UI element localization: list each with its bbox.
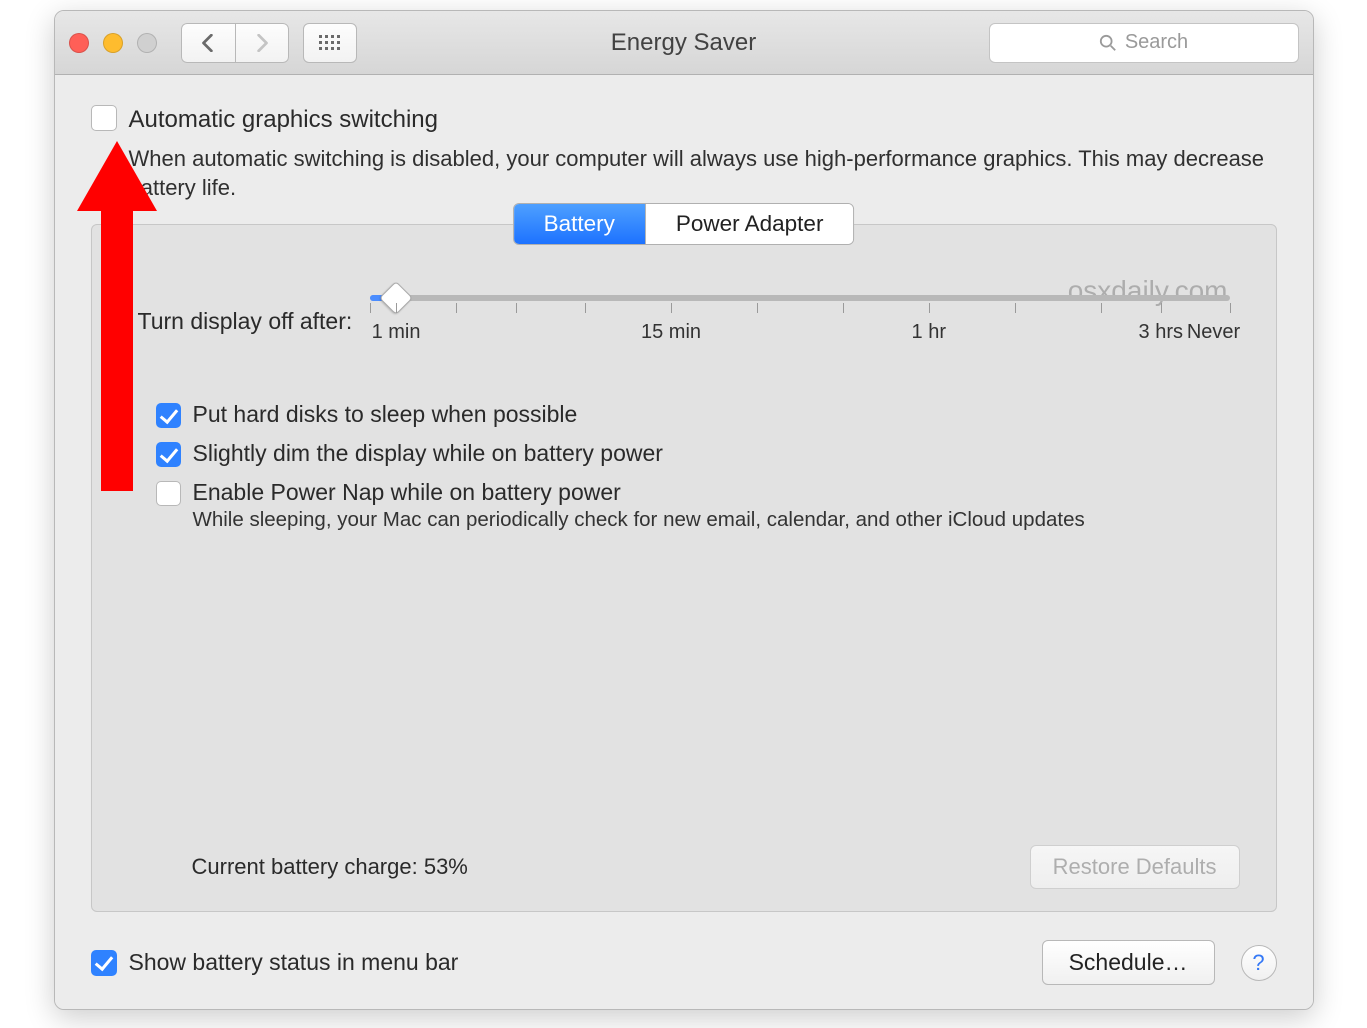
help-button[interactable]: ? — [1241, 945, 1277, 981]
show-status-label: Show battery status in menu bar — [129, 949, 459, 976]
grid-icon — [319, 35, 340, 50]
minimize-window-button[interactable] — [103, 33, 123, 53]
slider-ticks — [370, 303, 1229, 317]
search-icon — [1099, 34, 1117, 52]
schedule-button[interactable]: Schedule… — [1042, 940, 1215, 985]
display-sleep-label: Turn display off after: — [138, 308, 353, 335]
battery-charge-text: Current battery charge: 53% — [192, 854, 468, 880]
content-area: Automatic graphics switching When automa… — [55, 75, 1313, 1009]
tab-battery[interactable]: Battery — [514, 204, 646, 244]
window-title: Energy Saver — [611, 29, 756, 57]
tick-never: Never — [1187, 321, 1240, 344]
hard-disks-label: Put hard disks to sleep when possible — [193, 401, 578, 428]
tab-power-adapter[interactable]: Power Adapter — [646, 204, 854, 244]
dim-display-row: Slightly dim the display while on batter… — [156, 440, 1230, 467]
power-source-tabs: Battery Power Adapter — [513, 203, 855, 245]
forward-button[interactable] — [235, 23, 289, 63]
restore-defaults-button[interactable]: Restore Defaults — [1030, 845, 1240, 889]
display-sleep-slider[interactable]: 1 min 15 min 1 hr 3 hrs Never — [370, 295, 1229, 347]
search-placeholder: Search — [1125, 31, 1188, 54]
tick-1hr: 1 hr — [912, 321, 946, 344]
back-button[interactable] — [181, 23, 235, 63]
power-nap-label: Enable Power Nap while on battery power — [193, 479, 621, 506]
bottom-row: Show battery status in menu bar Schedule… — [91, 912, 1277, 985]
display-sleep-row: Turn display off after: — [92, 255, 1276, 347]
auto-graphics-checkbox[interactable] — [91, 105, 117, 131]
auto-graphics-label: Automatic graphics switching — [129, 105, 1277, 135]
slider-tick-labels: 1 min 15 min 1 hr 3 hrs Never — [370, 321, 1229, 347]
settings-panel: Battery Power Adapter osxdaily.com Turn … — [91, 224, 1277, 912]
dim-display-checkbox[interactable] — [156, 442, 181, 467]
slider-track — [370, 295, 1229, 301]
close-window-button[interactable] — [69, 33, 89, 53]
power-nap-row: Enable Power Nap while on battery power — [156, 479, 1230, 506]
power-nap-checkbox[interactable] — [156, 481, 181, 506]
power-nap-subtext: While sleeping, your Mac can periodicall… — [193, 508, 1230, 532]
dim-display-label: Slightly dim the display while on batter… — [193, 440, 663, 467]
energy-saver-window: Energy Saver Search Automatic graphics s… — [54, 10, 1314, 1010]
zoom-window-button[interactable] — [137, 33, 157, 53]
nav-buttons — [181, 23, 289, 63]
auto-graphics-row: Automatic graphics switching When automa… — [91, 105, 1277, 202]
tick-15min: 15 min — [641, 321, 701, 344]
checkbox-options: Put hard disks to sleep when possible Sl… — [92, 347, 1276, 532]
traffic-lights — [69, 33, 157, 53]
hard-disks-row: Put hard disks to sleep when possible — [156, 401, 1230, 428]
auto-graphics-description: When automatic switching is disabled, yo… — [129, 145, 1277, 202]
hard-disks-checkbox[interactable] — [156, 403, 181, 428]
tick-3hrs: 3 hrs — [1139, 321, 1183, 344]
search-field[interactable]: Search — [989, 23, 1299, 63]
show-status-checkbox[interactable] — [91, 950, 117, 976]
show-all-button[interactable] — [303, 23, 357, 63]
tick-1min: 1 min — [372, 321, 421, 344]
panel-footer: Current battery charge: 53% Restore Defa… — [92, 845, 1276, 889]
titlebar: Energy Saver Search — [55, 11, 1313, 75]
